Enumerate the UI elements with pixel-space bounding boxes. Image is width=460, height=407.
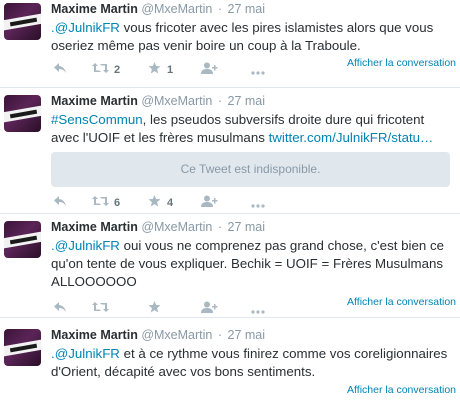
more-icon[interactable] [251,199,265,211]
author-handle[interactable]: @MxeMartin [141,2,212,16]
retweet-icon[interactable] [92,195,109,210]
hashtag-link[interactable]: #SensCommun [51,112,143,127]
reply-icon[interactable] [53,301,67,316]
tweet[interactable]: Maxime Martin @MxeMartin · 27 mai .@Juln… [0,326,460,407]
retweet-icon[interactable] [92,301,109,316]
author-name[interactable]: Maxime Martin [51,328,138,342]
separator-dot: · [217,2,223,16]
show-conversation-link[interactable]: Afficher la conversation [347,57,456,69]
author-handle[interactable]: @MxeMartin [141,94,212,108]
reply-icon[interactable] [53,195,67,210]
show-conversation-link[interactable]: Afficher la conversation [347,296,456,308]
author-name[interactable]: Maxime Martin [51,220,138,234]
star-icon[interactable] [148,301,161,316]
tweet-timestamp[interactable]: 27 mai [228,94,266,108]
favorite-count: 4 [167,197,174,209]
tweet-text: .@JulnikFR et à ce rythme vous finirez c… [51,345,451,381]
follow-icon[interactable] [201,62,218,77]
mention-link[interactable]: .@JulnikFR [51,346,120,361]
tweet[interactable]: Maxime Martin @MxeMartin · 27 mai .@Juln… [0,218,460,318]
follow-icon[interactable] [201,195,218,210]
unavailable-tweet-card[interactable]: Ce Tweet est indisponible. [51,152,450,187]
author-name[interactable]: Maxime Martin [51,94,138,108]
more-icon[interactable] [251,66,265,78]
tweet-timestamp[interactable]: 27 mai [228,220,266,234]
retweet-count: 2 [114,64,121,76]
favorite-count: 1 [167,64,174,76]
tweet-text: .@JulnikFR oui vous ne comprenez pas gra… [51,237,451,291]
mention-link[interactable]: .@JulnikFR [51,20,120,35]
author-name[interactable]: Maxime Martin [51,2,138,16]
tweet-text: .@JulnikFR vous fricoter avec les pires … [51,19,451,55]
tweet-header: Maxime Martin @MxeMartin · 27 mai [51,2,265,16]
author-handle[interactable]: @MxeMartin [141,220,212,234]
tweet-timestamp[interactable]: 27 mai [228,2,266,16]
avatar[interactable] [4,95,41,132]
avatar[interactable] [4,3,41,40]
tweet-text: #SensCommun, les pseudos subversifs droi… [51,111,451,147]
avatar[interactable] [4,221,41,258]
tweet-actions: 6 4 [51,195,451,211]
retweet-icon[interactable] [92,62,109,77]
follow-icon[interactable] [201,301,218,316]
more-icon[interactable] [251,305,265,317]
retweet-count: 6 [114,197,121,209]
star-icon[interactable] [148,62,161,77]
reply-icon[interactable] [53,62,67,77]
tweet-header: Maxime Martin @MxeMartin · 27 mai [51,94,265,108]
tweet[interactable]: Maxime Martin @MxeMartin · 27 mai .@Juln… [0,0,460,88]
author-handle[interactable]: @MxeMartin [141,328,212,342]
tweet-timestamp[interactable]: 27 mai [228,328,266,342]
tweet[interactable]: Maxime Martin @MxeMartin · 27 mai #SensC… [0,92,460,214]
show-conversation-link[interactable]: Afficher la conversation [347,384,456,396]
tweet-header: Maxime Martin @MxeMartin · 27 mai [51,328,265,342]
separator-dot: · [217,94,223,108]
tweet-header: Maxime Martin @MxeMartin · 27 mai [51,220,265,234]
status-link[interactable]: twitter.com/JulnikFR/statu… [269,130,434,145]
star-icon[interactable] [148,195,161,210]
timeline: Maxime Martin @MxeMartin · 27 mai .@Juln… [0,0,460,407]
separator-dot: · [217,220,223,234]
separator-dot: · [217,328,223,342]
avatar[interactable] [4,329,41,366]
mention-link[interactable]: .@JulnikFR [51,238,120,253]
